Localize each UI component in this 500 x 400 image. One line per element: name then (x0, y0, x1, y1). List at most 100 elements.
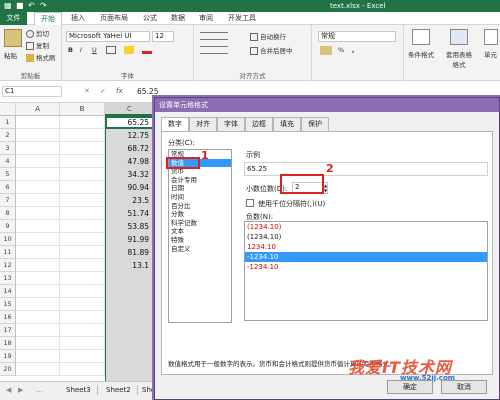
paste-button[interactable]: 粘贴 (4, 50, 17, 60)
undo-icon[interactable]: ↶ (28, 1, 35, 11)
percent-button[interactable]: % (338, 46, 344, 54)
negative-option[interactable]: -1234.10 (245, 252, 487, 262)
negative-numbers-list[interactable]: (1234.10) (1234.10) 1234.10 -1234.10 -1234.1… (244, 221, 488, 321)
tab-developer[interactable]: 开发工具 (224, 12, 260, 25)
select-all-corner[interactable] (0, 103, 16, 116)
grid-cell[interactable] (60, 246, 105, 259)
fill-color-icon[interactable] (124, 46, 134, 54)
grid-cell[interactable] (16, 220, 60, 233)
column-header-b[interactable]: B (60, 103, 105, 116)
align-left-icon[interactable] (200, 46, 228, 54)
grid-cell[interactable] (60, 272, 105, 285)
font-name-select[interactable]: Microsoft YaHei UI (66, 31, 150, 42)
conditional-format-button[interactable]: 条件格式 (408, 49, 434, 59)
grid-cell[interactable] (16, 272, 60, 285)
row-header[interactable]: 19 (0, 350, 16, 363)
table-format-icon[interactable] (450, 29, 468, 45)
tab-home[interactable]: 开始 (34, 12, 62, 26)
grid-cell[interactable] (60, 298, 105, 311)
align-top-icon[interactable] (200, 32, 228, 40)
font-size-select[interactable]: 12 (152, 31, 174, 42)
cell-value-c[interactable]: 13.1 (105, 259, 155, 272)
border-icon[interactable] (106, 46, 116, 54)
grid-cell[interactable] (16, 233, 60, 246)
category-item[interactable]: 百分比 (169, 202, 231, 211)
grid-cell[interactable] (16, 363, 60, 376)
grid-cell[interactable] (60, 129, 105, 142)
italic-button[interactable]: I (80, 46, 82, 54)
dialog-tab-protection[interactable]: 保护 (301, 117, 329, 131)
copy-button[interactable]: 复制 (26, 40, 49, 50)
cell-value-c[interactable]: 81.89 (105, 246, 155, 259)
row-header[interactable]: 8 (0, 207, 16, 220)
row-header[interactable]: 16 (0, 311, 16, 324)
dialog-tab-number[interactable]: 数字 (161, 117, 189, 132)
cell-value-c[interactable]: 91.99 (105, 233, 155, 246)
grid-cell[interactable] (16, 129, 60, 142)
grid-cell[interactable] (60, 168, 105, 181)
tab-formulas[interactable]: 公式 (140, 12, 160, 25)
grid-cell[interactable] (60, 194, 105, 207)
category-item[interactable]: 分数 (169, 210, 231, 219)
grid-cell[interactable] (16, 259, 60, 272)
dialog-tab-fill[interactable]: 填充 (273, 117, 301, 131)
row-header[interactable]: 3 (0, 142, 16, 155)
bold-button[interactable]: B (68, 46, 73, 54)
row-header[interactable]: 10 (0, 233, 16, 246)
grid-cell[interactable] (16, 116, 60, 129)
dialog-tab-font[interactable]: 字体 (217, 117, 245, 131)
category-item[interactable]: 自定义 (169, 245, 231, 254)
cut-button[interactable]: 剪切 (26, 28, 49, 38)
more-sheets-icon[interactable]: … (36, 386, 43, 394)
grid-cell[interactable] (16, 285, 60, 298)
grid-cell[interactable] (16, 311, 60, 324)
grid-cell[interactable] (16, 194, 60, 207)
ok-button[interactable]: 确定 (387, 380, 433, 394)
dialog-tab-border[interactable]: 边框 (245, 117, 273, 131)
negative-option[interactable]: (1234.10) (245, 222, 487, 232)
dialog-tab-alignment[interactable]: 对齐 (189, 117, 217, 131)
grid-cell[interactable] (16, 181, 60, 194)
grid-cell[interactable] (16, 246, 60, 259)
confirm-entry-icon[interactable]: ✓ (100, 87, 106, 95)
row-header[interactable]: 12 (0, 259, 16, 272)
row-header[interactable]: 11 (0, 246, 16, 259)
category-item[interactable]: 时间 (169, 193, 231, 202)
grid-cell[interactable] (60, 337, 105, 350)
grid-cell[interactable] (16, 324, 60, 337)
row-header[interactable]: 9 (0, 220, 16, 233)
currency-icon[interactable] (320, 46, 332, 55)
row-header[interactable]: 7 (0, 194, 16, 207)
cell-value-c[interactable]: 65.25 (105, 116, 155, 129)
grid-cell[interactable] (16, 298, 60, 311)
category-item[interactable]: 文本 (169, 227, 231, 236)
grid-cell[interactable] (60, 142, 105, 155)
name-box[interactable]: C1 (2, 86, 62, 97)
row-header[interactable]: 18 (0, 337, 16, 350)
cell-value-c[interactable]: 23.5 (105, 194, 155, 207)
font-color-icon[interactable] (142, 46, 152, 54)
row-header[interactable]: 13 (0, 272, 16, 285)
wrap-text-button[interactable]: 自动换行 (250, 31, 286, 41)
negative-option[interactable]: 1234.10 (245, 242, 487, 252)
row-header[interactable]: 17 (0, 324, 16, 337)
row-header[interactable]: 6 (0, 181, 16, 194)
category-item[interactable]: 日期 (169, 184, 231, 193)
cell-value-c[interactable]: 51.74 (105, 207, 155, 220)
cancel-button[interactable]: 取消 (441, 380, 487, 394)
grid-cell[interactable] (60, 324, 105, 337)
function-icon[interactable]: fx (116, 87, 123, 95)
row-header[interactable]: 1 (0, 116, 16, 129)
conditional-format-icon[interactable] (412, 29, 430, 45)
row-header[interactable]: 14 (0, 285, 16, 298)
next-sheet-icon[interactable]: ▶ (18, 386, 23, 394)
cell-value-c[interactable]: 53.85 (105, 220, 155, 233)
table-format-button[interactable]: 套用表格格式 (444, 49, 474, 69)
redo-icon[interactable]: ↷ (40, 1, 47, 11)
sheet-tab-sheet2[interactable]: Sheet2 (100, 385, 138, 395)
grid-cell[interactable] (60, 363, 105, 376)
grid-cell[interactable] (60, 233, 105, 246)
cell-value-c[interactable]: 47.98 (105, 155, 155, 168)
cell-value-c[interactable]: 34.32 (105, 168, 155, 181)
cell-value-c[interactable]: 68.72 (105, 142, 155, 155)
